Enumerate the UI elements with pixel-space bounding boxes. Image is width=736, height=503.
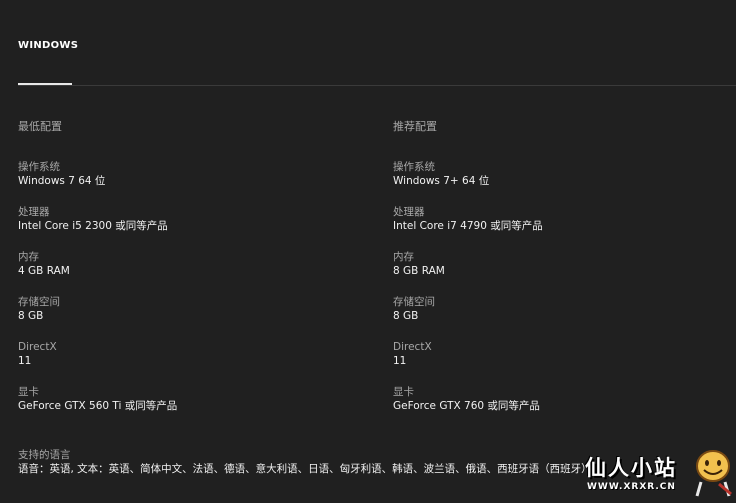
watermark: 仙人小站 WWW.XRXR.CN [585,448,735,503]
spec-value: 8 GB RAM [393,265,445,277]
minimum-requirements: 最低配置 操作系统 Windows 7 64 位 处理器 Intel Core … [18,120,378,430]
spec-label: DirectX [18,341,57,353]
spec-value: GeForce GTX 560 Ti 或同等产品 [18,400,178,412]
watermark-url: WWW.XRXR.CN [587,482,676,492]
spec-storage: 存储空间 8 GB [18,295,378,340]
tab-windows[interactable]: WINDOWS [18,40,78,51]
spec-cpu: 处理器 Intel Core i7 4790 或同等产品 [393,205,736,250]
spec-memory: 内存 4 GB RAM [18,250,378,295]
smiley-face-icon [695,450,732,497]
spec-label: 存储空间 [18,296,60,308]
spec-label: 显卡 [18,386,39,398]
spec-value: Intel Core i7 4790 或同等产品 [393,220,543,232]
spec-value: 4 GB RAM [18,265,70,277]
spec-label: 存储空间 [393,296,435,308]
watermark-name: 仙人小站 [585,456,677,480]
spec-directx: DirectX 11 [18,340,378,385]
spec-value: 8 GB [18,310,44,322]
spec-os: 操作系统 Windows 7 64 位 [18,160,378,205]
spec-value: 11 [393,355,407,367]
spec-label: 操作系统 [18,161,60,173]
recommended-requirements: 推荐配置 操作系统 Windows 7+ 64 位 处理器 Intel Core… [393,120,736,430]
spec-gpu: 显卡 GeForce GTX 560 Ti 或同等产品 [18,385,378,430]
spec-value: Intel Core i5 2300 或同等产品 [18,220,168,232]
spec-label: 处理器 [18,206,50,218]
spec-label: 操作系统 [393,161,435,173]
spec-label: 内存 [393,251,414,263]
spec-label: 处理器 [393,206,425,218]
spec-value: Windows 7+ 64 位 [393,175,490,187]
minimum-title: 最低配置 [18,120,62,133]
spec-cpu: 处理器 Intel Core i5 2300 或同等产品 [18,205,378,250]
spec-os: 操作系统 Windows 7+ 64 位 [393,160,736,205]
spec-value: Windows 7 64 位 [18,175,106,187]
spec-directx: DirectX 11 [393,340,736,385]
spec-label: 显卡 [393,386,414,398]
spec-label: 内存 [18,251,39,263]
spec-value: GeForce GTX 760 或同等产品 [393,400,540,412]
spec-memory: 内存 8 GB RAM [393,250,736,295]
spec-gpu: 显卡 GeForce GTX 760 或同等产品 [393,385,736,430]
recommended-title: 推荐配置 [393,120,437,133]
spec-value: 8 GB [393,310,419,322]
spec-storage: 存储空间 8 GB [393,295,736,340]
platform-tabs: WINDOWS [0,0,736,86]
spec-value: 11 [18,355,32,367]
spec-label: DirectX [393,341,432,353]
tabs-divider [18,85,736,86]
